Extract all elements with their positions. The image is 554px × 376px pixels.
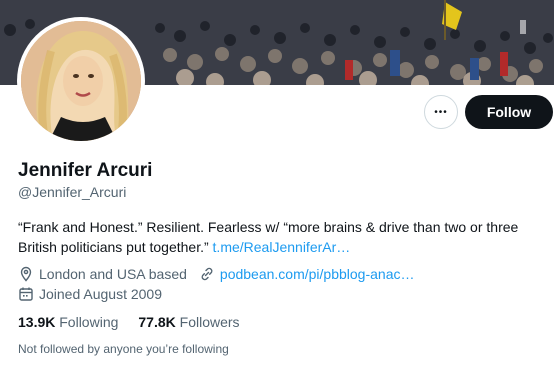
user-handle: @Jennifer_Arcuri: [18, 184, 127, 200]
followers-label: Followers: [179, 314, 240, 330]
followers-count: 77.8K: [138, 314, 176, 330]
location-icon: [18, 266, 34, 282]
display-name: Jennifer Arcuri: [18, 160, 153, 181]
following-link[interactable]: 13.9K Following: [18, 314, 118, 330]
bio-link[interactable]: t.me/RealJenniferAr…: [213, 239, 351, 255]
more-options-button[interactable]: •••: [424, 95, 458, 129]
location-text: London and USA based: [39, 266, 187, 282]
follow-stats: 13.9K Following 77.8K Followers: [18, 314, 260, 330]
calendar-icon: [18, 286, 34, 302]
following-label: Following: [59, 314, 119, 330]
bio: “Frank and Honest.” Resilient. Fearless …: [18, 217, 548, 257]
website-link[interactable]: podbean.com/pi/pbblog-anac…: [220, 266, 415, 282]
joined-text: Joined August 2009: [39, 286, 162, 302]
follow-button-label: Follow: [486, 104, 532, 120]
mutual-followers-note: Not followed by anyone you’re following: [18, 342, 229, 356]
following-count: 13.9K: [18, 314, 56, 330]
follow-button[interactable]: Follow: [465, 95, 553, 129]
avatar[interactable]: [17, 17, 145, 145]
link-icon: [199, 266, 215, 282]
more-icon: •••: [434, 106, 448, 118]
joined-row: Joined August 2009: [18, 286, 162, 302]
profile-meta-row: London and USA based podbean.com/pi/pbbl…: [18, 266, 414, 282]
profile-photo: [21, 21, 141, 141]
profile-photo-image: [21, 21, 141, 141]
followers-link[interactable]: 77.8K Followers: [138, 314, 239, 330]
